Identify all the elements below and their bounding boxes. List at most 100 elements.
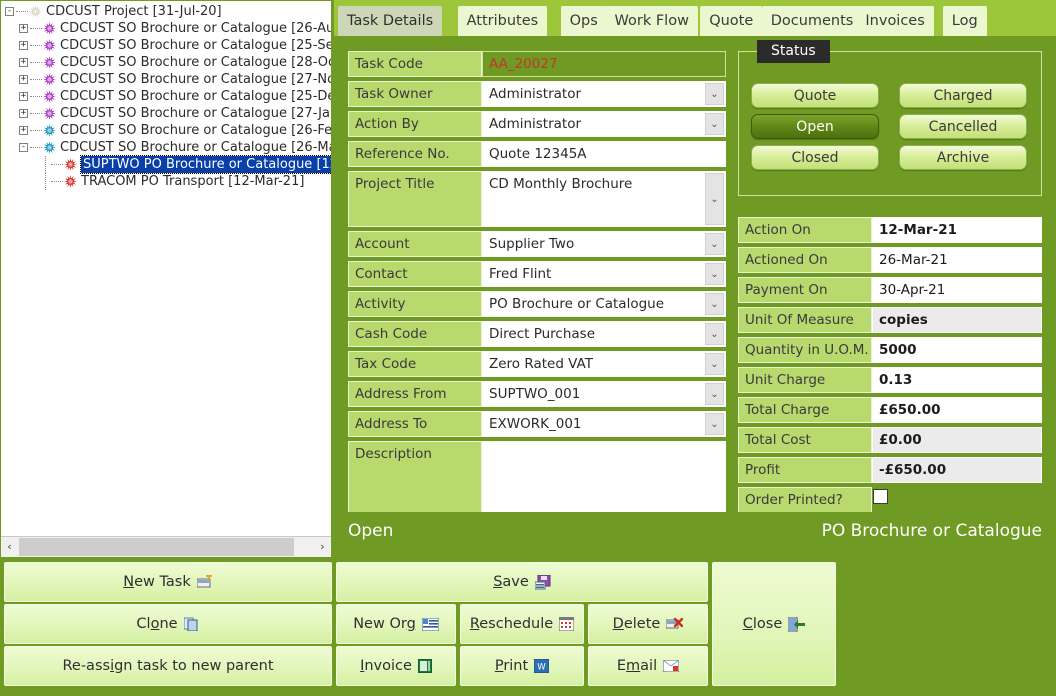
field-tax-code[interactable]: Zero Rated VAT ⌄ — [482, 351, 726, 377]
tree-item[interactable]: + CDCUST SO Brochure or Catalogue [28-Oct… — [3, 54, 331, 71]
scroll-right-arrow-icon[interactable]: › — [314, 537, 331, 557]
tree-expander-icon[interactable]: - — [5, 7, 14, 16]
tree-connector — [30, 112, 42, 115]
field-order-printed[interactable] — [872, 487, 1042, 513]
field-total-charge[interactable]: £650.00 — [872, 397, 1042, 423]
label-quantity-in-u-o-m: Quantity in U.O.M. — [738, 337, 872, 363]
field-profit: -£650.00 — [872, 457, 1042, 483]
field-row: Unit Charge 0.13 — [738, 367, 1042, 393]
tree-expander-icon[interactable]: + — [19, 24, 28, 33]
tree-expander-icon[interactable]: + — [19, 126, 28, 135]
tree-item[interactable]: + CDCUST SO Brochure or Catalogue [26-Aug… — [3, 20, 331, 37]
tab-log[interactable]: Log — [942, 6, 988, 36]
burst-red-icon — [64, 158, 77, 171]
field-cash-code[interactable]: Direct Purchase ⌄ — [482, 321, 726, 347]
field-row: Total Charge £650.00 — [738, 397, 1042, 423]
tree-horizontal-scrollbar[interactable]: ‹ › — [1, 536, 331, 557]
delete-button[interactable]: Delete — [588, 604, 708, 644]
field-contact[interactable]: Fred Flint ⌄ — [482, 261, 726, 287]
chevron-down-icon[interactable]: ⌄ — [705, 353, 724, 375]
tree-item[interactable]: + CDCUST SO Brochure or Catalogue [27-Nov… — [3, 71, 331, 88]
field-payment-on[interactable]: 30-Apr-21 — [872, 277, 1042, 303]
tree-item[interactable]: + CDCUST SO Brochure or Catalogue [27-Jan… — [3, 105, 331, 122]
tab-work-flow[interactable]: Work Flow — [605, 6, 699, 36]
left-field-column: Task Code AA_20027 Task Owner Administrator… — [348, 51, 726, 521]
field-account[interactable]: Supplier Two ⌄ — [482, 231, 726, 257]
field-action-on[interactable]: 12-Mar-21 — [872, 217, 1042, 243]
chevron-down-icon[interactable]: ⌄ — [705, 233, 724, 255]
tree-expander-icon[interactable]: + — [19, 109, 28, 118]
save-button[interactable]: Save — [336, 562, 708, 602]
new-org-label: New Org — [353, 616, 416, 632]
chevron-down-icon[interactable]: ⌄ — [705, 263, 724, 285]
field-address-to[interactable]: EXWORK_001 ⌄ — [482, 411, 726, 437]
field-action-by[interactable]: Administrator ⌄ — [482, 111, 726, 137]
task-details-form: Task Code AA_20027 Task Owner Administrator… — [334, 36, 1056, 517]
new-org-button[interactable]: New Org — [336, 604, 456, 644]
status-button-cancelled[interactable]: Cancelled — [899, 114, 1027, 139]
tree-connector — [51, 180, 63, 183]
status-button-archive[interactable]: Archive — [899, 145, 1027, 170]
field-actioned-on[interactable]: 26-Mar-21 — [872, 247, 1042, 273]
tree-expander-icon[interactable]: + — [19, 58, 28, 67]
tree-expander-icon[interactable]: + — [19, 92, 28, 101]
chevron-down-icon[interactable]: ⌄ — [705, 383, 724, 405]
email-label: Email — [616, 658, 658, 674]
tab-attributes[interactable]: Attributes — [457, 6, 549, 36]
invoice-button[interactable]: Invoice — [336, 646, 456, 686]
field-project-title[interactable]: CD Monthly Brochure ⌄ — [482, 171, 726, 227]
tab-quote[interactable]: Quote — [700, 6, 764, 36]
field-description[interactable] — [482, 441, 726, 517]
chevron-down-icon[interactable]: ⌄ — [705, 83, 724, 105]
tree-item[interactable]: + CDCUST SO Brochure or Catalogue [25-Sep… — [3, 37, 331, 54]
tree-expander-icon[interactable]: + — [19, 41, 28, 50]
status-button-charged[interactable]: Charged — [899, 83, 1027, 108]
tab-task-details[interactable]: Task Details — [338, 6, 444, 36]
field-row: Contact Fred Flint ⌄ — [348, 261, 726, 287]
field-unit-charge[interactable]: 0.13 — [872, 367, 1042, 393]
status-button-open[interactable]: Open — [751, 114, 879, 139]
tab-ops[interactable]: Ops — [560, 6, 608, 36]
scroll-left-arrow-icon[interactable]: ‹ — [1, 537, 18, 557]
project-tree[interactable]: - CDCUST Project [31-Jul-20] + CDCUST SO Br… — [1, 1, 331, 535]
print-button[interactable]: Print W — [460, 646, 584, 686]
tab-documents[interactable]: Documents — [761, 6, 864, 36]
chevron-down-icon[interactable]: ⌄ — [705, 173, 724, 225]
chevron-down-icon[interactable]: ⌄ — [705, 293, 724, 315]
tree-item[interactable]: + CDCUST SO Brochure or Catalogue [25-Dec… — [3, 88, 331, 105]
close-button[interactable]: Close — [712, 562, 836, 686]
chevron-down-icon[interactable]: ⌄ — [705, 413, 724, 435]
field-task-owner[interactable]: Administrator ⌄ — [482, 81, 726, 107]
field-address-from[interactable]: SUPTWO_001 ⌄ — [482, 381, 726, 407]
close-door-icon — [788, 616, 806, 632]
field-activity[interactable]: PO Brochure or Catalogue ⌄ — [482, 291, 726, 317]
tab-invoices[interactable]: Invoices — [856, 6, 935, 36]
status-button-closed[interactable]: Closed — [751, 145, 879, 170]
tree-item[interactable]: + CDCUST SO Brochure or Catalogue [26-Feb… — [3, 122, 331, 139]
status-panel-caption: Status — [757, 40, 830, 63]
close-label: Close — [742, 616, 783, 632]
order-printed-checkbox[interactable] — [873, 489, 888, 504]
chevron-down-icon[interactable]: ⌄ — [705, 113, 724, 135]
tree-item[interactable]: - CDCUST SO Brochure or Catalogue [26-Mar… — [3, 139, 331, 156]
field-quantity-in-u-o-m[interactable]: 5000 — [872, 337, 1042, 363]
tree-item-selected[interactable]: SUPTWO PO Brochure or Catalogue [12-Mar-… — [3, 155, 331, 174]
tree-connector — [41, 156, 51, 173]
tree-item[interactable]: - CDCUST Project [31-Jul-20] — [3, 3, 331, 20]
burst-purple-icon — [43, 22, 56, 35]
tree-item[interactable]: TRACOM PO Transport [12-Mar-21] — [3, 173, 331, 190]
field-reference-no[interactable]: Quote 12345A — [482, 141, 726, 167]
new-task-button[interactable]: New Task — [4, 562, 332, 602]
status-button-quote[interactable]: Quote — [751, 83, 879, 108]
tree-expander-icon[interactable]: + — [19, 75, 28, 84]
reassign-task-button[interactable]: Re-assign task to new parent — [4, 646, 332, 686]
field-row: Profit -£650.00 — [738, 457, 1042, 483]
chevron-down-icon[interactable]: ⌄ — [705, 323, 724, 345]
scrollbar-thumb[interactable] — [19, 538, 294, 556]
clone-button[interactable]: Clone — [4, 604, 332, 644]
tree-expander-icon[interactable]: - — [19, 143, 28, 152]
reschedule-button[interactable]: Reschedule — [460, 604, 584, 644]
field-value: Quote 12345A — [489, 146, 587, 162]
email-button[interactable]: Email — [588, 646, 708, 686]
field-row: Payment On 30-Apr-21 — [738, 277, 1042, 303]
